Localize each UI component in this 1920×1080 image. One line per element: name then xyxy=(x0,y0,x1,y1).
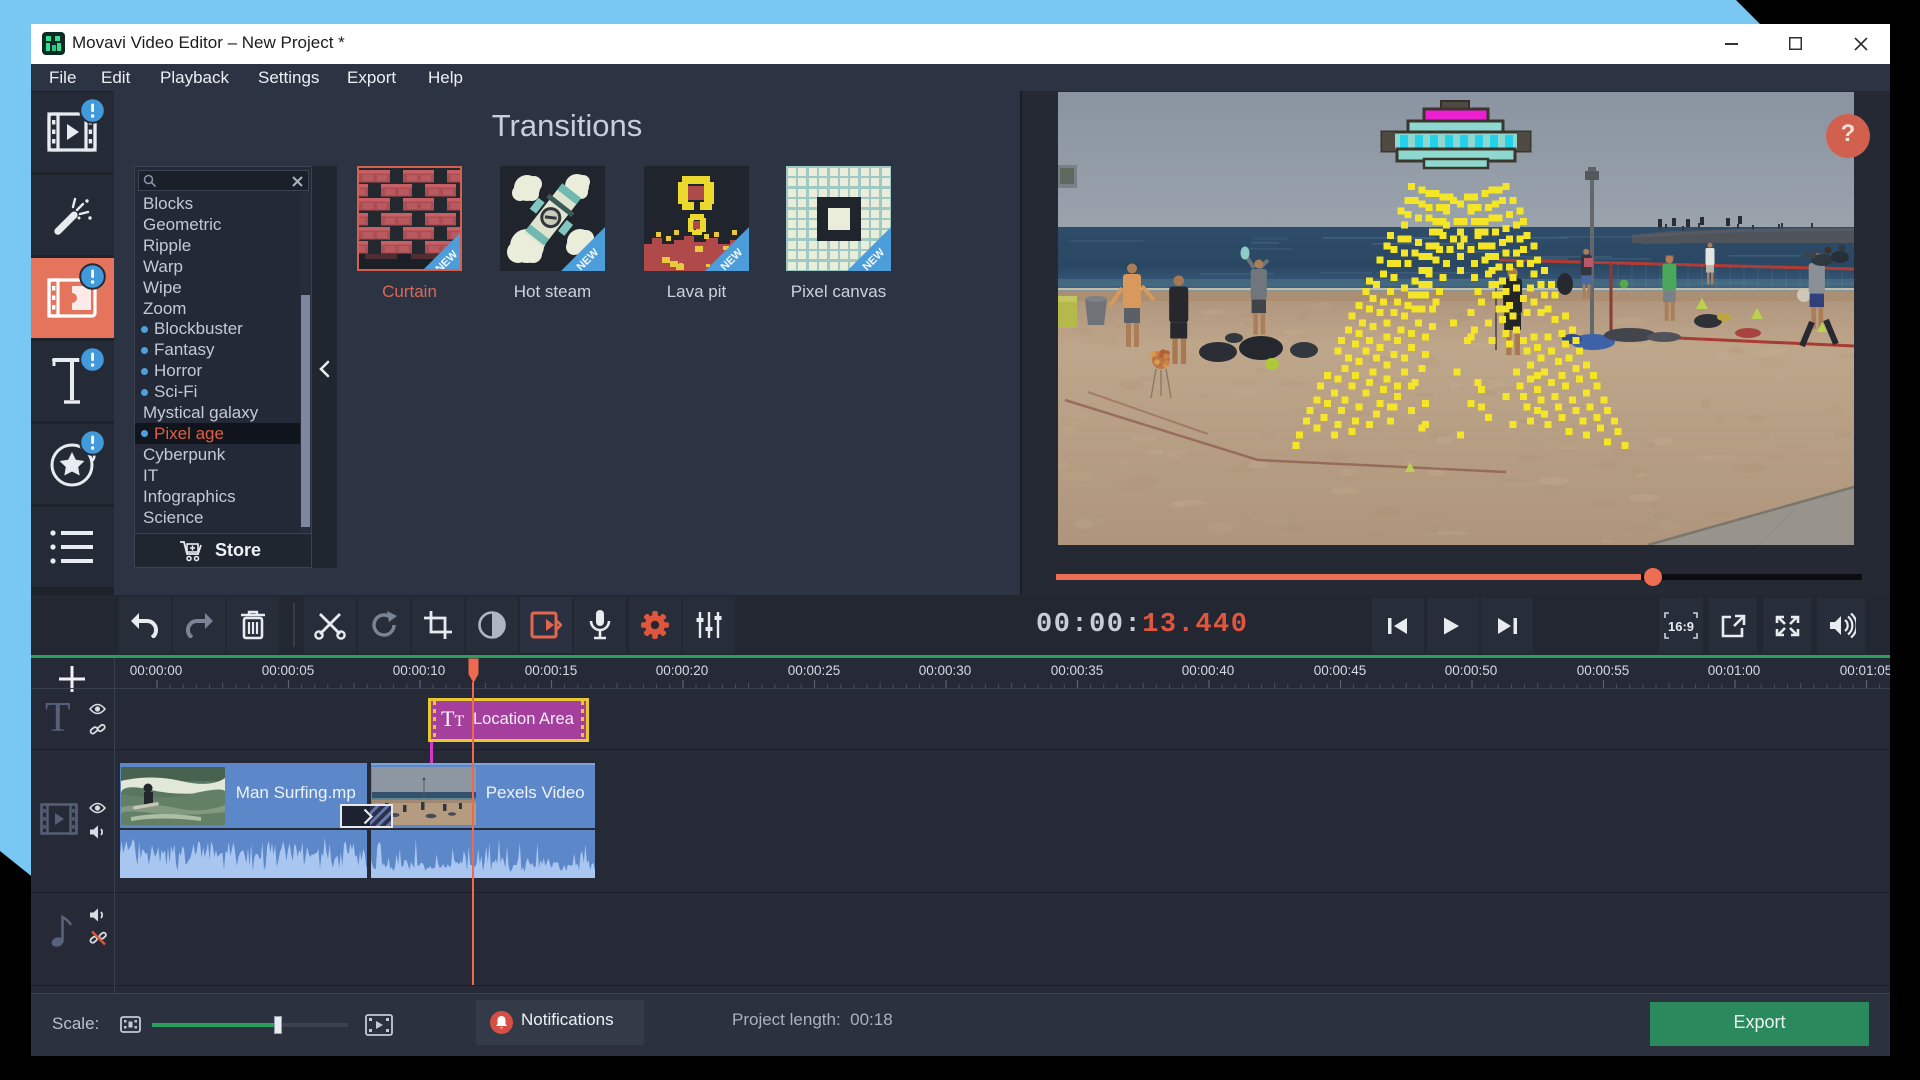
svg-text:16:9: 16:9 xyxy=(1668,619,1694,634)
